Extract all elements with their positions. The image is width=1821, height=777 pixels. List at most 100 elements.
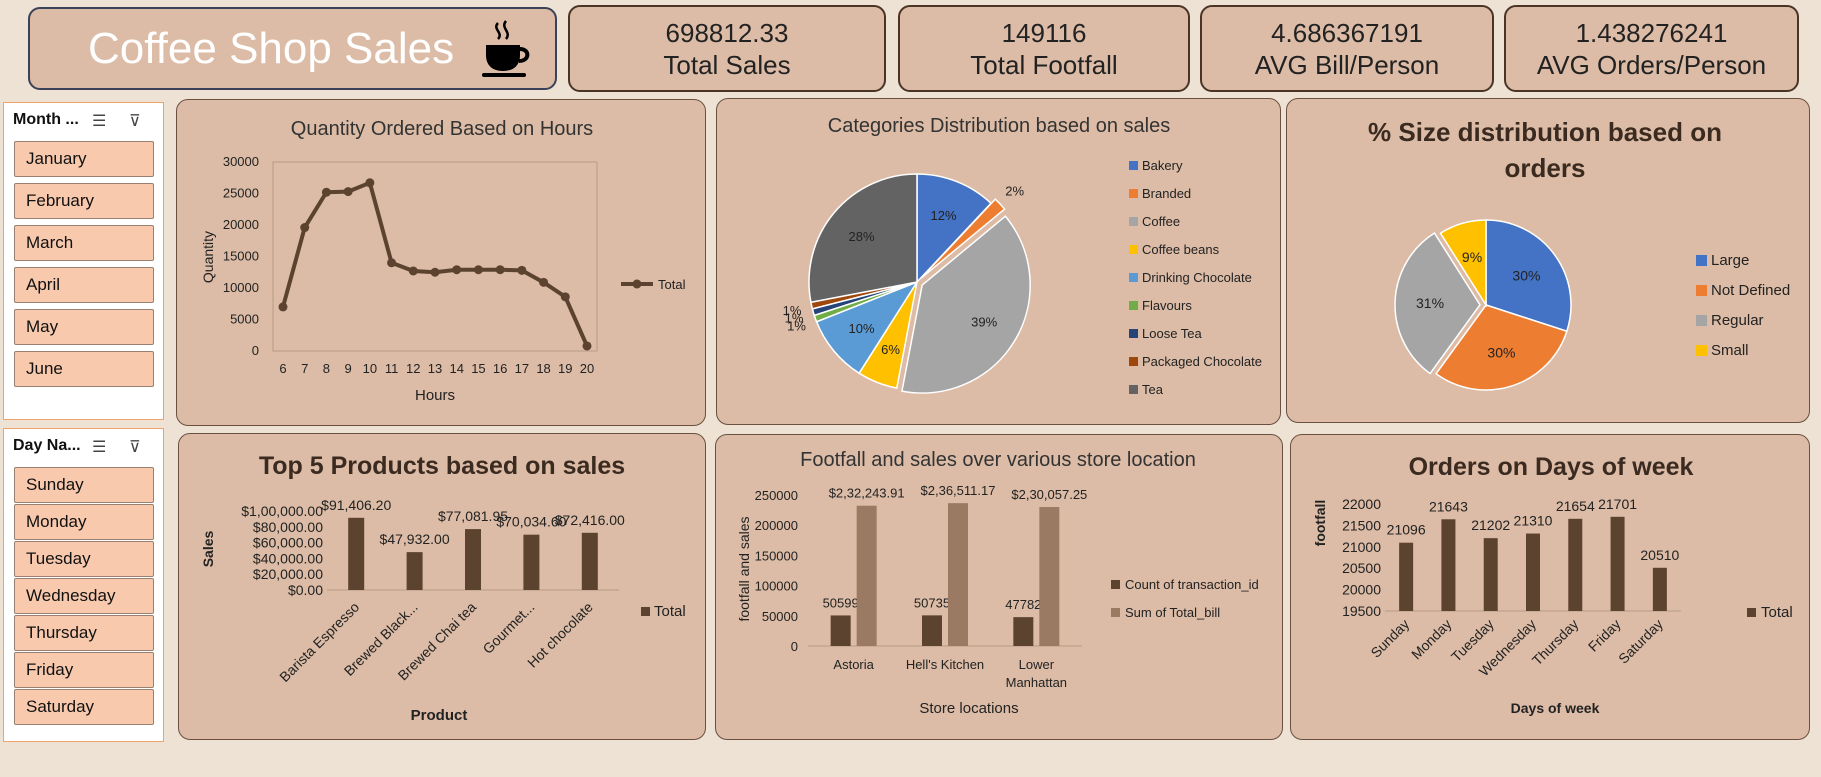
data-point	[387, 258, 397, 268]
x-tick-label: Gourmet...	[479, 599, 537, 657]
kpi-value: 1.438276241	[1575, 18, 1728, 48]
y-tick-label: 0	[252, 343, 259, 358]
y-tick-label: 250000	[755, 488, 798, 503]
data-label: 10%	[849, 321, 875, 336]
data-label: 21202	[1471, 517, 1510, 533]
chart-title: Quantity Ordered Based on Hours	[291, 118, 593, 140]
bar	[406, 552, 423, 590]
legend-label: Not Defined	[1711, 282, 1790, 299]
y-tick-label: 20000	[223, 217, 259, 232]
x-tick-label: Saturday	[1615, 616, 1666, 667]
kpi-label: AVG Orders/Person	[1536, 50, 1767, 80]
kpi-total-sales: 698812.33 Total Sales	[568, 5, 886, 92]
data-point	[365, 178, 375, 188]
x-tick-label: 6	[279, 361, 286, 376]
kpi-value: 149116	[1001, 18, 1087, 48]
legend-swatch	[1696, 345, 1707, 356]
y-tick-label: 15000	[223, 249, 259, 264]
y-tick-label: 21000	[1342, 539, 1381, 555]
slicer-item-may[interactable]: May	[14, 309, 154, 345]
bar	[1013, 617, 1034, 646]
data-point	[539, 277, 549, 287]
y-tick-label: 21500	[1342, 517, 1381, 533]
slicer-item-wednesday[interactable]: Wednesday	[14, 578, 154, 614]
data-label: 39%	[971, 315, 997, 330]
kpi-value: 4.686367191	[1271, 18, 1423, 48]
bar	[1399, 542, 1414, 611]
legend-label: Flavours	[1142, 298, 1192, 313]
slicer-item-february[interactable]: February	[14, 183, 154, 219]
chart-title: Orders on Days of week	[1409, 453, 1694, 481]
x-tick-label: Friday	[1585, 616, 1624, 655]
bar	[830, 615, 851, 646]
data-point	[321, 187, 331, 197]
day-slicer: Day Na... ☰ ⊽ Sunday Monday Tuesday Wedn…	[3, 428, 164, 742]
legend-label: Coffee beans	[1142, 242, 1220, 257]
x-tick-label: 13	[428, 361, 442, 376]
chart-title: Top 5 Products based on sales	[259, 452, 625, 480]
chart-card-days: Orders on Days of week 19500 20000 20500 210…	[1290, 434, 1810, 740]
slicer-item-march[interactable]: March	[14, 225, 154, 261]
chart-card-size: % Size distribution based on orders 30% 30%…	[1286, 98, 1810, 423]
data-label: 9%	[1462, 249, 1482, 265]
legend-label: Large	[1711, 252, 1749, 269]
dashboard-title: Coffee Shop Sales	[88, 23, 455, 73]
slicer-item-tuesday[interactable]: Tuesday	[14, 541, 154, 577]
y-axis-label: Sales	[200, 530, 216, 567]
kpi-avg-bill: 4.686367191 AVG Bill/Person	[1200, 5, 1494, 92]
multi-select-icon[interactable]: ☰	[92, 111, 106, 131]
y-axis-label: footfall	[1312, 500, 1328, 547]
bar	[1568, 518, 1583, 611]
y-tick-label: 5000	[230, 312, 259, 327]
data-label: $2,30,057.25	[1011, 487, 1087, 502]
legend-label: Packaged Chocolate	[1142, 354, 1262, 369]
plot-area	[272, 161, 598, 352]
x-tick-label: Lower	[1019, 657, 1055, 672]
multi-select-icon[interactable]: ☰	[92, 437, 106, 457]
slicer-item-friday[interactable]: Friday	[14, 652, 154, 688]
data-label: 31%	[1416, 295, 1444, 311]
legend-label: Branded	[1142, 186, 1191, 201]
x-tick-label: 8	[323, 361, 330, 376]
y-tick-label: 10000	[223, 280, 259, 295]
chart-card-hours: Quantity Ordered Based on Hours 0 5000 1000…	[176, 99, 706, 426]
slicer-header: Month ...	[13, 111, 79, 128]
y-tick-label: 25000	[223, 186, 259, 201]
slicer-item-april[interactable]: April	[14, 267, 154, 303]
data-label: 2%	[1005, 183, 1024, 198]
slicer-item-sunday[interactable]: Sunday	[14, 467, 154, 503]
clear-filter-icon[interactable]: ⊽	[129, 437, 141, 457]
legend-swatch	[1129, 301, 1138, 310]
y-tick-label: 150000	[755, 548, 798, 563]
bar	[856, 505, 877, 646]
legend-swatch	[1129, 329, 1138, 338]
slicer-item-monday[interactable]: Monday	[14, 504, 154, 540]
x-tick-label: 10	[363, 361, 377, 376]
legend-swatch	[1111, 580, 1120, 589]
legend-label: Total	[654, 603, 686, 620]
data-point	[495, 265, 505, 275]
y-axis-label: Quantity	[200, 231, 216, 283]
legend-swatch	[1129, 189, 1138, 198]
slicer-item-saturday[interactable]: Saturday	[14, 689, 154, 725]
slicer-item-june[interactable]: June	[14, 351, 154, 387]
x-tick-label: Hell's Kitchen	[906, 657, 984, 672]
bar	[581, 532, 598, 590]
x-tick-label: 16	[493, 361, 507, 376]
legend-label: Coffee	[1142, 214, 1180, 229]
data-label: 21643	[1429, 498, 1468, 514]
y-tick-label: $20,000.00	[253, 566, 323, 582]
slicer-item-january[interactable]: January	[14, 141, 154, 177]
data-label: 21654	[1556, 498, 1595, 514]
y-tick-label: $60,000.00	[253, 535, 323, 551]
data-point	[582, 341, 592, 351]
kpi-total-footfall: 149116 Total Footfall	[898, 5, 1190, 92]
data-point	[560, 292, 570, 302]
clear-filter-icon[interactable]: ⊽	[129, 111, 141, 131]
data-point	[430, 267, 440, 277]
slicer-item-thursday[interactable]: Thursday	[14, 615, 154, 651]
slicer-header: Day Na...	[13, 437, 81, 454]
legend-swatch	[1696, 255, 1707, 266]
bar	[1526, 533, 1540, 611]
chart-store-locations: Footfall and sales over various store lo…	[736, 449, 1259, 717]
